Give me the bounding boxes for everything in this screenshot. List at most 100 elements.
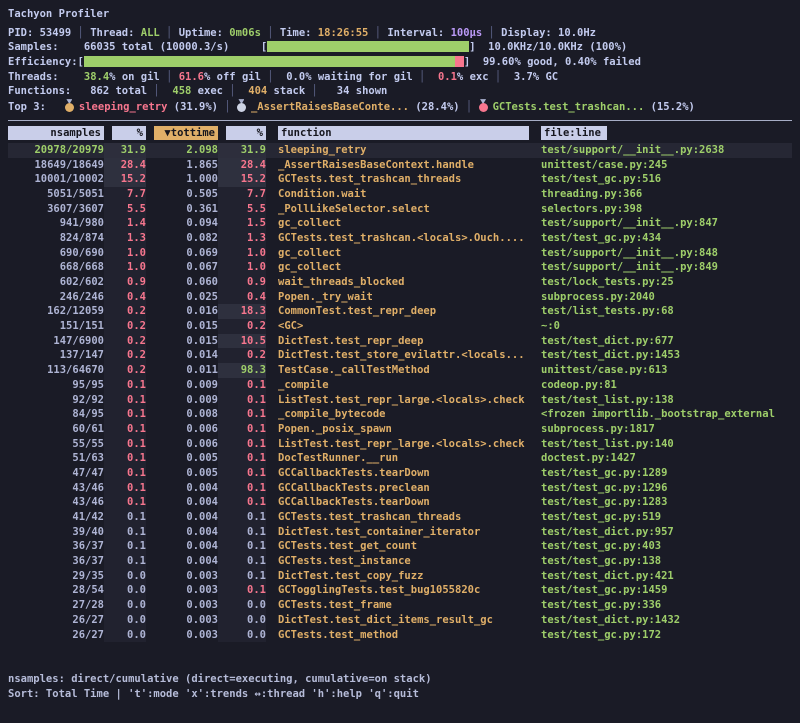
cell-direct-pct: 15.2 xyxy=(104,172,146,187)
table-row[interactable]: 18649/18649 28.4 1.865 28.4 _AssertRaise… xyxy=(8,158,792,173)
table-row[interactable]: 29/35 0.0 0.003 0.1 DictTest.test_copy_f… xyxy=(8,569,792,584)
cell-cumulative-pct: 0.0 xyxy=(218,628,266,643)
table-row[interactable]: 27/28 0.0 0.003 0.0 GCTests.test_frame t… xyxy=(8,598,792,613)
cell-cumulative-pct: 0.2 xyxy=(218,319,266,334)
cell-cumulative-pct: 15.2 xyxy=(218,172,266,187)
text-segment: % off gil xyxy=(204,71,261,83)
functions-line: Functions: 862 total │ 458 exec │ 404 st… xyxy=(8,84,792,99)
cell-nsamples: 26/27 xyxy=(8,613,104,628)
cell-cumulative-pct: 0.1 xyxy=(218,378,266,393)
cell-nsamples: 941/980 xyxy=(8,216,104,231)
top3-separator: │ xyxy=(460,101,479,113)
cell-function: sleeping_retry xyxy=(266,143,529,158)
cell-tottime: 0.004 xyxy=(146,525,218,540)
cell-direct-pct: 28.4 xyxy=(104,158,146,173)
top3-label: Top 3: xyxy=(8,101,46,113)
cell-function: ListTest.test_repr_large.<locals>.check xyxy=(266,437,529,452)
table-row[interactable]: 39/40 0.1 0.004 0.1 DictTest.test_contai… xyxy=(8,525,792,540)
column-header-nsamples[interactable]: nsamples xyxy=(8,126,104,140)
table-row[interactable]: 151/151 0.2 0.015 0.2 <GC> ~:0 xyxy=(8,319,792,334)
efficiency-progress-bar xyxy=(84,56,464,67)
text-segment: 61.6 xyxy=(179,71,204,83)
table-row[interactable]: 43/46 0.1 0.004 0.1 GCCallbackTests.tear… xyxy=(8,495,792,510)
table-row[interactable]: 246/246 0.4 0.025 0.4 Popen._try_wait su… xyxy=(8,290,792,305)
threads-line: Threads: 38.4% on gil │ 61.6% off gil │ … xyxy=(8,70,792,85)
table-row[interactable]: 43/46 0.1 0.004 0.1 GCCallbackTests.prec… xyxy=(8,481,792,496)
table-row[interactable]: 10001/10002 15.2 1.000 15.2 GCTests.test… xyxy=(8,172,792,187)
cell-nsamples: 36/37 xyxy=(8,539,104,554)
column-header-function[interactable]: function xyxy=(278,126,529,140)
table-row[interactable]: 5051/5051 7.7 0.505 7.7 Condition.wait t… xyxy=(8,187,792,202)
table-row[interactable]: 51/63 0.1 0.005 0.1 DocTestRunner.__run … xyxy=(8,451,792,466)
cell-cumulative-pct: 0.1 xyxy=(218,554,266,569)
cell-tottime: 1.865 xyxy=(146,158,218,173)
column-header-tottime-sorted[interactable]: ▼tottime xyxy=(154,126,218,140)
samples-rate: 10.0KHz/10.0KHz (100%) xyxy=(476,41,628,53)
table-row[interactable]: 941/980 1.4 0.094 1.5 gc_collect test/su… xyxy=(8,216,792,231)
top2-function: _AssertRaisesBaseConte... xyxy=(251,101,409,113)
text-segment: total xyxy=(109,85,147,97)
table-row[interactable]: 60/61 0.1 0.006 0.1 Popen._posix_spawn s… xyxy=(8,422,792,437)
text-segment: Time: xyxy=(280,27,318,39)
cell-cumulative-pct: 98.3 xyxy=(218,363,266,378)
cell-file-line: test/test_dict.py:1453 xyxy=(529,348,792,363)
cell-function: DictTest.test_copy_fuzz xyxy=(266,569,529,584)
table-row[interactable]: 20978/20979 31.9 2.098 31.9 sleeping_ret… xyxy=(8,143,792,158)
cell-file-line: test/test_gc.py:1283 xyxy=(529,495,792,510)
table-row[interactable]: 36/37 0.1 0.004 0.1 GCTests.test_get_cou… xyxy=(8,539,792,554)
table-row[interactable]: 26/27 0.0 0.003 0.0 GCTests.test_method … xyxy=(8,628,792,643)
top2-pct: (28.4%) xyxy=(409,101,460,113)
cell-function: Popen._try_wait xyxy=(266,290,529,305)
cell-cumulative-pct: 0.1 xyxy=(218,437,266,452)
cell-nsamples: 84/95 xyxy=(8,407,104,422)
cell-tottime: 0.361 xyxy=(146,202,218,217)
column-header-cumulative-pct[interactable]: % xyxy=(226,126,266,140)
table-row[interactable]: 84/95 0.1 0.008 0.1 _compile_bytecode <f… xyxy=(8,407,792,422)
column-header-direct-pct[interactable]: % xyxy=(112,126,146,140)
text-segment: │ xyxy=(223,85,242,97)
cell-direct-pct: 0.0 xyxy=(104,613,146,628)
text-segment: shown xyxy=(349,85,387,97)
efficiency-label: Efficiency: xyxy=(8,56,78,68)
table-row[interactable]: 147/6900 0.2 0.015 10.5 DictTest.test_re… xyxy=(8,334,792,349)
cell-direct-pct: 0.1 xyxy=(104,378,146,393)
cell-function: Condition.wait xyxy=(266,187,529,202)
cell-nsamples: 55/55 xyxy=(8,437,104,452)
cell-nsamples: 690/690 xyxy=(8,246,104,261)
table-row[interactable]: 3607/3607 5.5 0.361 5.5 _PollLikeSelecto… xyxy=(8,202,792,217)
cell-tottime: 0.008 xyxy=(146,407,218,422)
cell-nsamples: 137/147 xyxy=(8,348,104,363)
table-row[interactable]: 28/54 0.0 0.003 0.1 GCTogglingTests.test… xyxy=(8,583,792,598)
table-row[interactable]: 36/37 0.1 0.004 0.1 GCTests.test_instanc… xyxy=(8,554,792,569)
table-row[interactable]: 824/874 1.3 0.082 1.3 GCTests.test_trash… xyxy=(8,231,792,246)
cell-cumulative-pct: 0.1 xyxy=(218,422,266,437)
text-segment: % waiting for gil xyxy=(305,71,412,83)
cell-direct-pct: 0.2 xyxy=(104,304,146,319)
table-row[interactable]: 92/92 0.1 0.009 0.1 ListTest.test_repr_l… xyxy=(8,393,792,408)
table-row[interactable]: 113/64670 0.2 0.011 98.3 TestCase._callT… xyxy=(8,363,792,378)
table-row[interactable]: 95/95 0.1 0.009 0.1 _compile codeop.py:8… xyxy=(8,378,792,393)
cell-cumulative-pct: 0.2 xyxy=(218,348,266,363)
table-row[interactable]: 690/690 1.0 0.069 1.0 gc_collect test/su… xyxy=(8,246,792,261)
table-row[interactable]: 137/147 0.2 0.014 0.2 DictTest.test_stor… xyxy=(8,348,792,363)
cell-function: _AssertRaisesBaseContext.handle xyxy=(266,158,529,173)
table-row[interactable]: 41/42 0.1 0.004 0.1 GCTests.test_trashca… xyxy=(8,510,792,525)
table-row[interactable]: 26/27 0.0 0.003 0.0 DictTest.test_dict_i… xyxy=(8,613,792,628)
cell-cumulative-pct: 0.9 xyxy=(218,275,266,290)
text-segment: 53499 xyxy=(40,27,72,39)
column-header-file-line[interactable]: file:line xyxy=(541,126,607,140)
text-segment: 100μs xyxy=(451,27,483,39)
cell-tottime: 0.004 xyxy=(146,510,218,525)
top1-function: sleeping_retry xyxy=(79,101,168,113)
cell-function: DictTest.test_container_iterator xyxy=(266,525,529,540)
cell-function: _compile xyxy=(266,378,529,393)
table-row[interactable]: 668/668 1.0 0.067 1.0 gc_collect test/su… xyxy=(8,260,792,275)
footer: nsamples: direct/cumulative (direct=exec… xyxy=(8,672,792,701)
table-row[interactable]: 47/47 0.1 0.005 0.1 GCCallbackTests.tear… xyxy=(8,466,792,481)
table-row[interactable]: 55/55 0.1 0.006 0.1 ListTest.test_repr_l… xyxy=(8,437,792,452)
cell-function: TestCase._callTestMethod xyxy=(266,363,529,378)
table-row[interactable]: 162/12059 0.2 0.016 18.3 CommonTest.test… xyxy=(8,304,792,319)
cell-file-line: test/test_gc.py:336 xyxy=(529,598,792,613)
cell-file-line: selectors.py:398 xyxy=(529,202,792,217)
table-row[interactable]: 602/602 0.9 0.060 0.9 wait_threads_block… xyxy=(8,275,792,290)
